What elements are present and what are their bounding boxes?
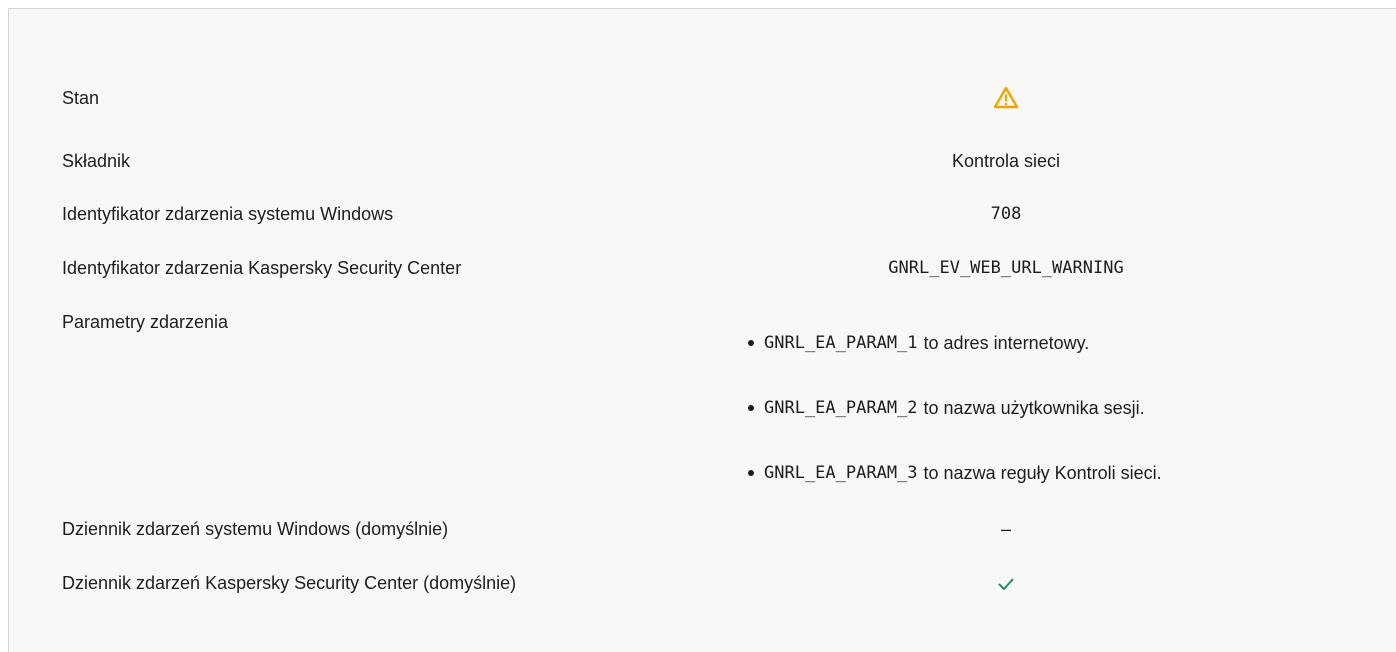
label-event-parameters: Parametry zdarzenia: [62, 312, 229, 332]
label-status: Stan: [62, 88, 100, 108]
label-component: Składnik: [62, 151, 131, 171]
label-windows-event-log: Dziennik zdarzeń systemu Windows (domyśl…: [62, 519, 449, 539]
param-description: to nazwa reguły Kontroli sieci.: [923, 463, 1162, 483]
label-ksc-event-log: Dziennik zdarzeń Kaspersky Security Cent…: [62, 573, 517, 593]
label-ksc-event-id: Identyfikator zdarzenia Kaspersky Securi…: [62, 258, 462, 278]
param-description: to nazwa użytkownika sesji.: [923, 398, 1145, 418]
bullet-icon: [748, 340, 754, 346]
param-code: GNRL_EA_PARAM_2: [764, 398, 918, 418]
bullet-icon: [748, 405, 754, 411]
checkmark-icon: [997, 575, 1015, 598]
list-item: GNRL_EA_PARAM_1 to adres internetowy.: [748, 331, 1089, 355]
param-code: GNRL_EA_PARAM_1: [764, 333, 918, 353]
param-code: GNRL_EA_PARAM_3: [764, 463, 918, 483]
value-windows-event-log: –: [1000, 519, 1012, 539]
bullet-icon: [748, 470, 754, 476]
list-item: GNRL_EA_PARAM_3 to nazwa reguły Kontroli…: [748, 461, 1162, 485]
value-windows-event-id: 708: [990, 204, 1022, 224]
label-windows-event-id: Identyfikator zdarzenia systemu Windows: [62, 204, 394, 224]
warning-triangle-icon: [993, 85, 1019, 116]
value-ksc-event-id: GNRL_EV_WEB_URL_WARNING: [888, 258, 1124, 278]
param-description: to adres internetowy.: [923, 333, 1090, 353]
list-item: GNRL_EA_PARAM_2 to nazwa użytkownika ses…: [748, 396, 1145, 420]
value-component: Kontrola sieci: [951, 151, 1061, 171]
